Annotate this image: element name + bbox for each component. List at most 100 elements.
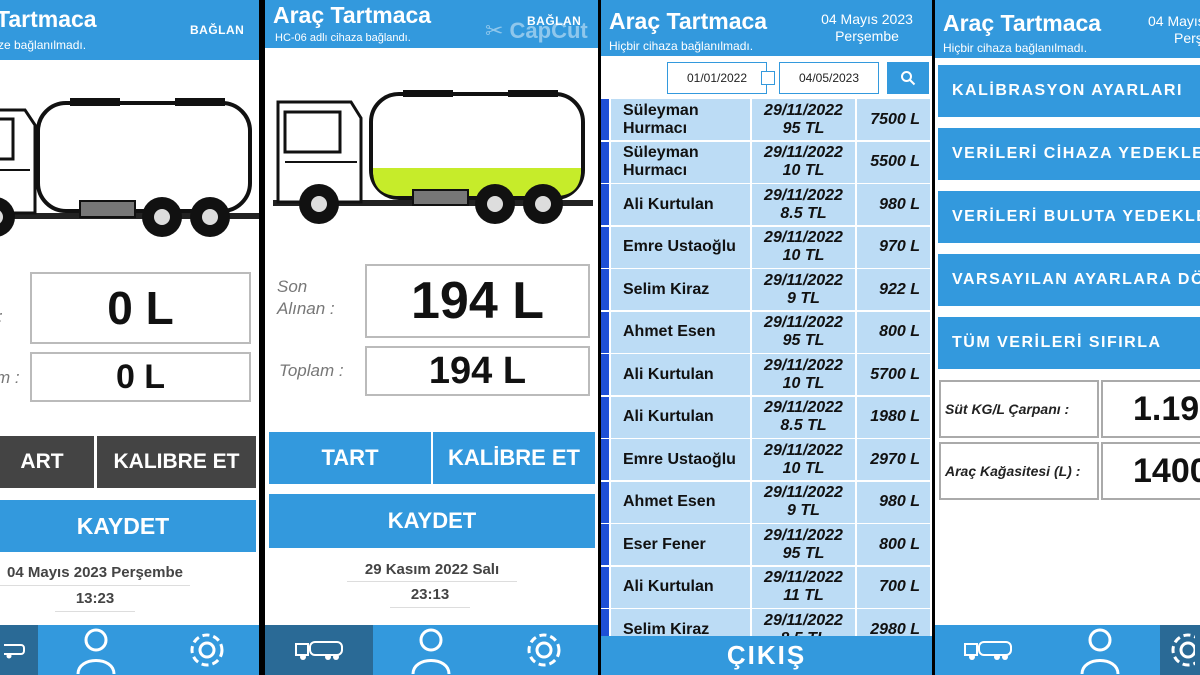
milk-factor-row: Süt KG/L Çarpanı : 1.19 — [939, 380, 1200, 438]
record-marker — [601, 566, 609, 608]
record-amount: 800 L — [857, 311, 930, 353]
record-row[interactable]: Ali Kurtulan 29/11/2022 10 TL 5700 L — [601, 354, 932, 396]
vehicle-capacity-label: Araç Kağasitesi (L) : — [939, 442, 1099, 500]
last-weight-label-line1: Son — [277, 277, 308, 296]
record-date-price: 29/11/2022 95 TL — [752, 524, 855, 565]
record-name: Ali Kurtulan — [611, 396, 750, 438]
backup-to-cloud-button[interactable]: VERİLERİ BULUTA YEDEKLE — [938, 191, 1200, 243]
record-amount: 970 L — [857, 226, 930, 268]
record-date-price: 29/11/2022 10 TL — [752, 226, 855, 268]
record-row[interactable]: Selim Kiraz29/11/20228.5 TL2980 L — [601, 609, 932, 636]
record-marker — [601, 439, 609, 480]
vehicle-capacity-input[interactable]: 1400 — [1101, 442, 1200, 500]
records-list[interactable]: Süleyman Hurmacı 29/11/2022 95 TL 7500 L Sül… — [601, 99, 932, 636]
screen-settings: Araç Tartmaca Hiçbir cihaza bağlanılmadı… — [935, 0, 1200, 675]
search-button[interactable] — [887, 62, 929, 94]
truck-icon — [963, 641, 1012, 660]
header-date: 04 Mayıs Perşe — [1148, 13, 1200, 46]
gear-icon — [527, 633, 560, 667]
record-price: 10 TL — [782, 374, 825, 392]
current-time: 23:13 — [410, 586, 450, 603]
record-row[interactable]: Selim Kiraz 29/11/2022 9 TL 922 L — [601, 269, 932, 311]
nav-scale[interactable] — [935, 625, 1040, 675]
truck-icon — [4, 644, 25, 659]
record-name: Ali Kurtulan — [611, 184, 750, 225]
record-row[interactable]: Ali Kurtulan 29/11/2022 8.5 TL 1980 L — [601, 396, 932, 439]
record-date: 29/11/2022 — [764, 356, 843, 374]
nav-records[interactable] — [375, 625, 487, 675]
tart-button[interactable]: TART — [269, 432, 431, 484]
record-marker — [601, 524, 609, 565]
record-name: Ali Kurtulan — [611, 354, 750, 395]
watermark: ✂ CapCut — [485, 18, 588, 43]
calibrate-button[interactable]: KALIBRE ET — [97, 436, 256, 488]
record-row[interactable]: Eser Fener 29/11/2022 95 TL 800 L — [601, 524, 932, 566]
restore-defaults-button[interactable]: VARSAYILAN AYARLARA DÖN — [938, 254, 1200, 306]
exit-button[interactable]: ÇIKIŞ — [601, 636, 932, 675]
record-price: 95 TL — [782, 332, 825, 349]
backup-to-device-button[interactable]: VERİLERİ CİHAZA YEDEKLE — [938, 128, 1200, 180]
record-date: 29/11/2022 — [764, 611, 843, 629]
record-row[interactable]: Emre Ustaoğlu 29/11/2022 10 TL 970 L — [601, 226, 932, 269]
record-price: 8.5 TL — [780, 204, 827, 222]
record-row[interactable]: Ali Kurtulan 29/11/2022 8.5 TL 980 L — [601, 184, 932, 226]
connect-button[interactable]: BAĞLAN — [190, 23, 244, 37]
milk-factor-input[interactable]: 1.19 — [1101, 380, 1200, 438]
record-name: Selim Kiraz — [611, 609, 750, 636]
record-marker — [601, 609, 609, 636]
record-row[interactable]: Süleyman Hurmacı 29/11/2022 10 TL 5500 L — [601, 141, 932, 184]
bottom-navigation — [935, 625, 1200, 675]
record-date: 29/11/2022 — [764, 314, 843, 331]
record-row[interactable]: Ahmet Esen 29/11/2022 95 TL 800 L — [601, 311, 932, 354]
record-date: 29/11/2022 — [764, 186, 843, 204]
record-amount: 980 L — [857, 184, 930, 225]
calibration-settings-button[interactable]: KALİBRASYON AYARLARI — [938, 65, 1200, 117]
reset-all-data-button[interactable]: TÜM VERİLERİ SIFIRLA — [938, 317, 1200, 369]
connection-status: Hiçbir cihaza bağlanılmadı. — [943, 41, 1088, 55]
record-name: Eser Fener — [611, 524, 750, 565]
save-button[interactable]: KAYDET — [0, 500, 256, 552]
user-icon — [1080, 628, 1120, 674]
screen-scale-connected: Araç Tartmaca HC-06 adlı cihaza bağlandı… — [265, 0, 598, 675]
date-range-separator — [761, 71, 775, 85]
screen-scale-disconnected: Tartmaca ze bağlanılmadı. BAĞLAN : 0 L m… — [0, 0, 259, 675]
record-amount: 5700 L — [857, 354, 930, 395]
record-row[interactable]: Emre Ustaoğlu 29/11/2022 10 TL 2970 L — [601, 439, 932, 481]
record-price: 11 TL — [783, 587, 824, 604]
record-row[interactable]: Ahmet Esen 29/11/2022 9 TL 980 L — [601, 481, 932, 524]
record-name: Ali Kurtulan — [611, 566, 750, 608]
record-date: 29/11/2022 — [764, 441, 843, 459]
record-date-price: 29/11/2022 9 TL — [752, 269, 855, 310]
date-to-input[interactable]: 04/05/2023 — [779, 62, 879, 94]
record-date: 29/11/2022 — [764, 229, 843, 246]
nav-scale[interactable] — [0, 625, 38, 675]
record-row[interactable]: Süleyman Hurmacı 29/11/2022 95 TL 7500 L — [601, 99, 932, 141]
record-name: Emre Ustaoğlu — [611, 226, 750, 268]
record-date: 29/11/2022 — [764, 526, 843, 544]
app-bar: Tartmaca ze bağlanılmadı. BAĞLAN — [0, 0, 259, 60]
total-weight-value: 0 L — [30, 352, 251, 402]
nav-scale[interactable] — [265, 625, 373, 675]
date-from-input[interactable]: 01/01/2022 — [667, 62, 767, 94]
nav-records[interactable] — [40, 625, 152, 675]
record-date-price: 29/11/20228.5 TL — [752, 184, 855, 225]
calibrate-button[interactable]: KALİBRE ET — [433, 432, 595, 484]
record-date: 29/11/2022 — [764, 569, 843, 586]
nav-settings[interactable] — [154, 625, 259, 675]
save-button[interactable]: KAYDET — [269, 494, 595, 548]
app-title: Araç Tartmaca — [943, 10, 1102, 36]
record-name: Emre Ustaoğlu — [611, 439, 750, 480]
nav-records[interactable] — [1042, 625, 1158, 675]
tart-button[interactable]: ART — [0, 436, 94, 488]
record-date-price: 29/11/20228.5 TL — [752, 609, 855, 636]
record-name: Ahmet Esen — [611, 311, 750, 353]
record-date-price: 29/11/2022 95 TL — [752, 311, 855, 353]
record-marker — [601, 184, 609, 225]
truck-illustration — [0, 98, 259, 237]
nav-settings[interactable] — [1160, 625, 1200, 675]
record-date: 29/11/2022 — [764, 271, 843, 289]
nav-settings[interactable] — [489, 625, 598, 675]
record-row[interactable]: Ali Kurtulan 29/11/2022 11 TL 700 L — [601, 566, 932, 609]
record-date-price: 29/11/2022 10 TL — [752, 141, 855, 183]
record-date: 29/11/2022 — [764, 144, 843, 161]
